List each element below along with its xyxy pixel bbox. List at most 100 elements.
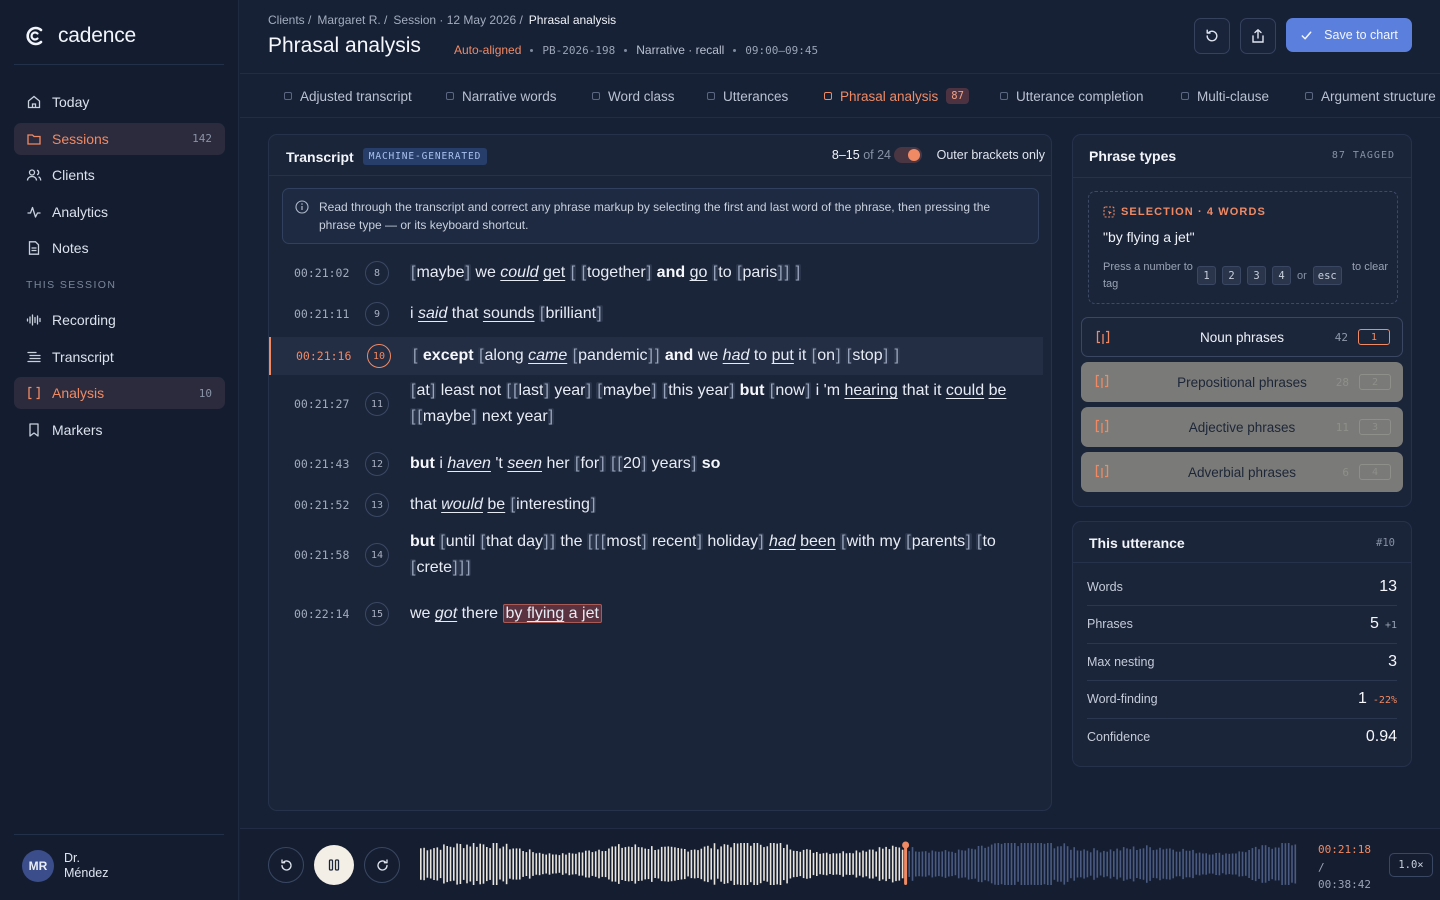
tab-multi-clause[interactable]: Multi-clause [1181, 74, 1270, 117]
row-timestamp[interactable]: 00:21:16 [296, 349, 351, 363]
transcript-row[interactable]: 00:21:52 13 that would be [interesting] [269, 488, 1043, 522]
transcript-row[interactable]: 00:21:02 8 [maybe] we could get [ [togethe… [269, 257, 1043, 289]
tab-label: Multi-clause [1197, 88, 1270, 104]
waveform-bar [462, 848, 465, 880]
waveform-bar [1274, 847, 1277, 881]
waveform-bar [915, 851, 917, 877]
row-timestamp[interactable]: 00:21:02 [294, 266, 349, 280]
waveform-bar [647, 849, 650, 880]
forward-button[interactable] [364, 847, 400, 883]
waveform-bar [720, 846, 722, 882]
save-to-chart-button[interactable]: Save to chart [1286, 18, 1412, 52]
breadcrumb-client[interactable]: Margaret R. / [317, 13, 387, 27]
outer-brackets-toggle[interactable] [894, 147, 922, 163]
phrase-type-adjective-phrases[interactable]: Adjective phrases 11 3 [1081, 407, 1403, 447]
transcript-row[interactable]: 00:21:16 10 [ except [along came [pandemic… [269, 337, 1043, 375]
waveform-bar [660, 846, 663, 882]
utterance-text[interactable]: we got there by flying a jet [410, 601, 1025, 627]
waveform-bar [1218, 852, 1221, 876]
nav-item-notes[interactable]: Notes [14, 232, 225, 264]
waveform-bar [578, 852, 580, 876]
waveform-bar [812, 852, 815, 876]
waveform-bar [730, 847, 732, 881]
nav-item-analytics[interactable]: Analytics [14, 196, 225, 228]
phrase-type-noun-phrases[interactable]: Noun phrases 42 1 [1081, 317, 1403, 357]
brand[interactable]: cadence [24, 24, 136, 48]
breadcrumb-session[interactable]: Session · 12 May 2026 / [393, 13, 522, 27]
utterance-text[interactable]: but [until [that day]] the [[[most] rece… [410, 529, 1025, 581]
nav-item-transcript[interactable]: Transcript [14, 341, 225, 373]
cadence-logo-icon [26, 26, 43, 46]
nav-label: Clients [52, 167, 95, 183]
reset-button[interactable] [1194, 18, 1230, 54]
transcript-row[interactable]: 00:21:27 11 [at] least not [[last] year] [… [269, 378, 1043, 430]
stat-value-group: 3 [1388, 653, 1397, 671]
nav-item-clients[interactable]: Clients [14, 159, 225, 191]
waveform-bar [614, 846, 617, 882]
row-timestamp[interactable]: 00:21:43 [294, 457, 349, 471]
transcript-row[interactable]: 00:21:43 12 but i haven 't seen her [for] … [269, 447, 1043, 481]
row-timestamp[interactable]: 00:21:11 [294, 307, 349, 321]
nav-item-analysis[interactable]: Analysis 10 [14, 377, 225, 409]
nav-item-today[interactable]: Today [14, 86, 225, 118]
session-time: 09:00–09:45 [745, 43, 819, 57]
tab-adjusted-transcript[interactable]: Adjusted transcript [284, 74, 412, 117]
waveform-bar [700, 848, 703, 880]
waveform-bar [802, 849, 805, 879]
nav-label: Transcript [52, 348, 114, 365]
transcript-row[interactable]: 00:21:11 9 i said that sounds [brilliant] [269, 297, 1043, 331]
waveform-bar [1099, 852, 1102, 876]
utterance-text[interactable]: that would be [interesting] [410, 492, 1025, 518]
waveform-bar [1023, 843, 1026, 885]
waveform-bar [931, 850, 934, 878]
check-icon [1301, 31, 1312, 39]
utterance-text[interactable]: [maybe] we could get [ [together] and go… [410, 260, 1025, 286]
playhead[interactable] [904, 843, 908, 885]
phrase-type-adverbial-phrases[interactable]: Adverbial phrases 6 4 [1081, 452, 1403, 492]
waveform-bar [1149, 847, 1151, 881]
stat-label: Phrases [1087, 617, 1133, 631]
utterance-text[interactable]: but i haven 't seen her [for] [[20] year… [410, 451, 1025, 477]
nav-item-markers[interactable]: Markers [14, 414, 225, 446]
pause-button[interactable] [314, 845, 354, 885]
waveform-bar [1053, 848, 1056, 880]
user-profile[interactable]: MR Dr. Méndez [22, 850, 124, 882]
tab-utterances[interactable]: Utterances [707, 74, 788, 117]
tab-argument-structure[interactable]: Argument structure [1305, 74, 1436, 117]
waveform-bar [1122, 847, 1125, 881]
row-timestamp[interactable]: 00:21:58 [294, 548, 349, 562]
stat-delta: -22% [1372, 695, 1397, 706]
tab-phrasal-analysis[interactable]: Phrasal analysis 87 [824, 74, 969, 117]
share-button[interactable] [1240, 18, 1276, 54]
nav-item-recording[interactable]: Recording [14, 304, 225, 336]
waveform-bar [832, 853, 835, 875]
row-timestamp[interactable]: 00:21:27 [294, 397, 349, 411]
waveform-bar [1004, 843, 1006, 885]
rewind-button[interactable] [268, 847, 304, 883]
row-timestamp[interactable]: 00:22:14 [294, 607, 349, 621]
tab-utterance-completion[interactable]: Utterance completion [1000, 74, 1144, 117]
playback-speed[interactable]: 1.0× [1389, 853, 1433, 877]
waveform-bar [994, 843, 996, 885]
utterance-text[interactable]: i said that sounds [brilliant] [410, 301, 1025, 327]
current-time: 00:21:18 [1318, 843, 1371, 856]
users-icon [26, 169, 42, 181]
tab-word-class[interactable]: Word class [592, 74, 675, 117]
tab-narrative-words[interactable]: Narrative words [446, 74, 557, 117]
phrase-type-prepositional-phrases[interactable]: Prepositional phrases 28 2 [1081, 362, 1403, 402]
waveform-bar [1172, 849, 1174, 879]
row-timestamp[interactable]: 00:21:52 [294, 498, 349, 512]
breadcrumb-clients[interactable]: Clients / [268, 13, 311, 27]
utterance-number: 10 [367, 344, 391, 368]
nav-item-sessions[interactable]: Sessions 142 [14, 122, 225, 155]
waveform-bar [588, 850, 590, 878]
waveform-bar [789, 849, 792, 879]
playhead-knob[interactable] [902, 841, 910, 849]
transcript-row[interactable]: 00:22:14 15 we got there by flying a jet [269, 597, 1043, 631]
waveform-scrubber[interactable] [419, 841, 1299, 887]
waveform-bar [1235, 853, 1237, 875]
utterance-text[interactable]: [ except [along came [pandemic]] and we … [412, 343, 1025, 369]
waveform-bar [561, 853, 564, 875]
transcript-row[interactable]: 00:21:58 14 but [until [that day]] the [[[… [269, 529, 1043, 581]
utterance-text[interactable]: [at] least not [[last] year] [maybe] [th… [410, 378, 1025, 430]
